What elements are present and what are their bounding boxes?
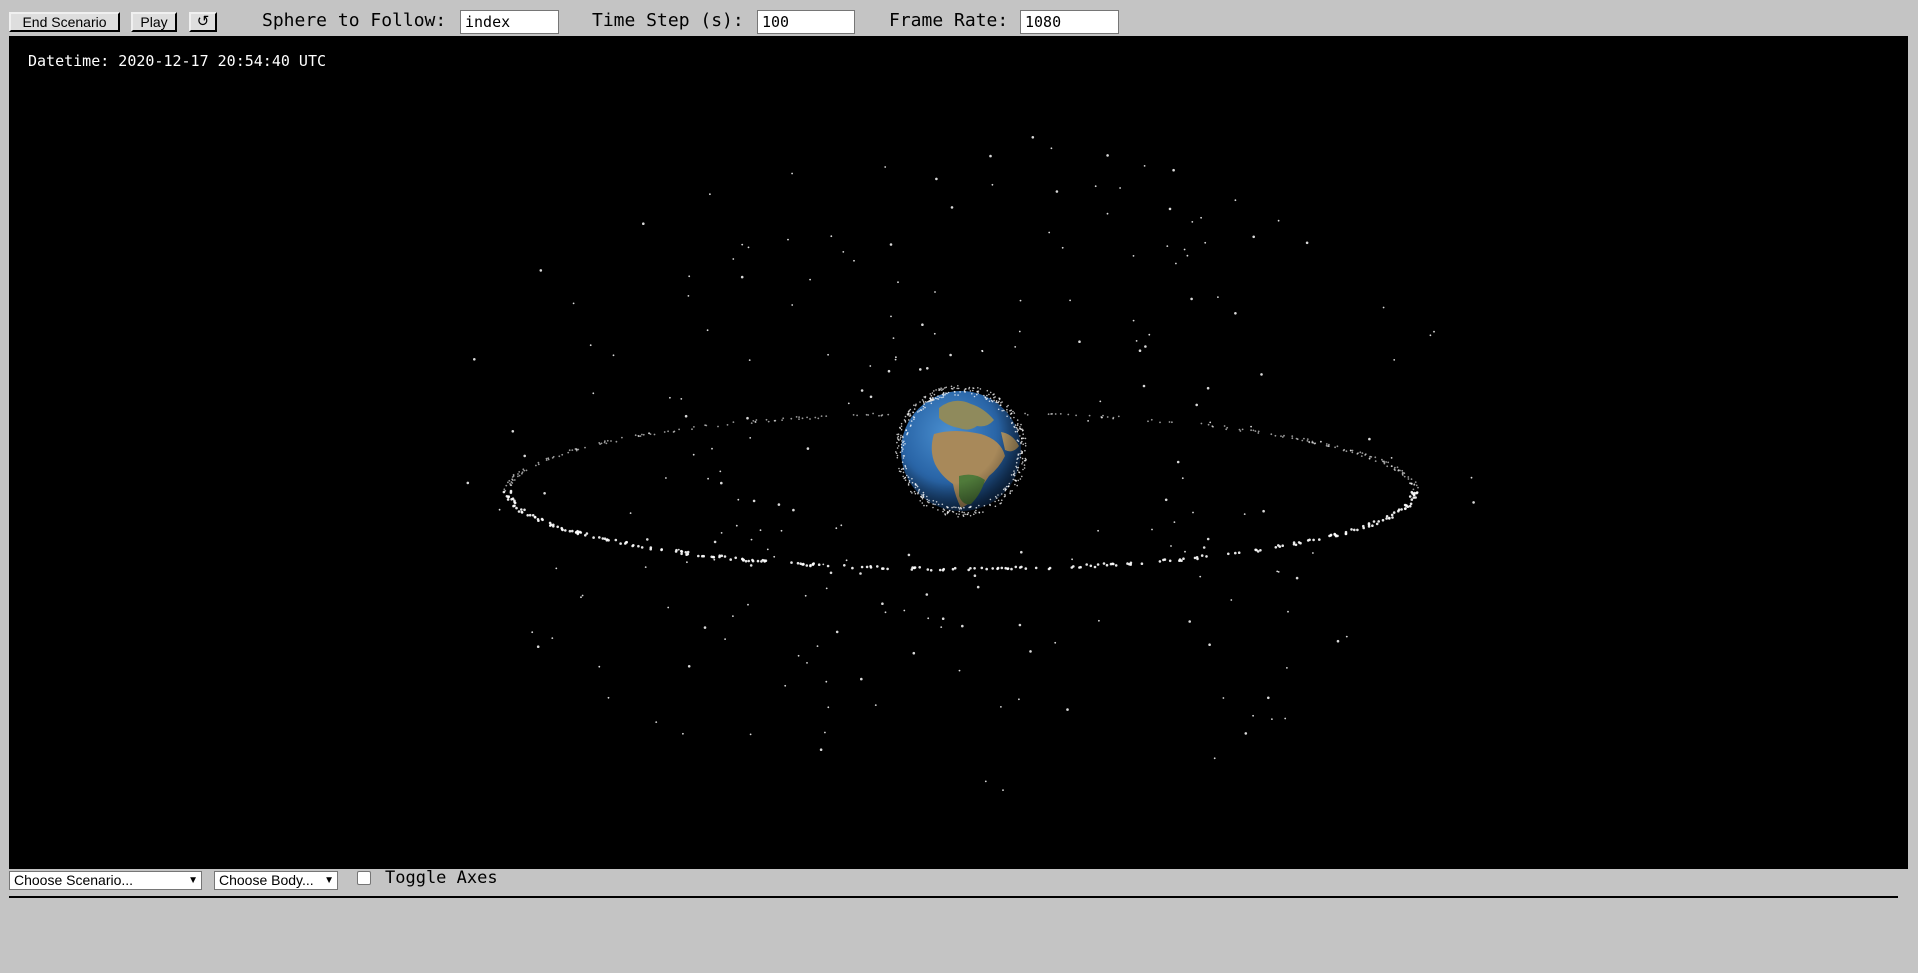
- sphere-to-follow-label: Sphere to Follow:: [262, 10, 447, 31]
- sphere-to-follow-input[interactable]: [460, 10, 559, 34]
- time-step-input[interactable]: [757, 10, 855, 34]
- toggle-axes-checkbox[interactable]: [357, 871, 371, 885]
- frame-rate-input[interactable]: [1020, 10, 1119, 34]
- orbit-viewport[interactable]: Datetime: 2020-12-17 20:54:40 UTC: [9, 36, 1908, 869]
- top-toolbar: End Scenario Play ↺ Sphere to Follow: Ti…: [0, 0, 1918, 36]
- earth-icon: [901, 391, 1021, 511]
- time-step-label: Time Step (s):: [592, 10, 744, 31]
- frame-rate-label: Frame Rate:: [889, 10, 1009, 31]
- chevron-down-icon: ▼: [188, 875, 198, 886]
- datetime-readout: Datetime: 2020-12-17 20:54:40 UTC: [28, 52, 327, 70]
- body-select-value: Choose Body...: [219, 872, 314, 888]
- chevron-down-icon: ▼: [324, 875, 334, 886]
- scenario-select-value: Choose Scenario...: [14, 872, 134, 888]
- scenario-select[interactable]: Choose Scenario... ▼: [9, 871, 202, 890]
- reset-icon: ↺: [196, 13, 210, 30]
- divider: [9, 896, 1898, 898]
- end-scenario-button[interactable]: End Scenario: [9, 12, 120, 32]
- toggle-axes-label: Toggle Axes: [385, 868, 498, 888]
- satellite-field: [466, 136, 1475, 791]
- play-button[interactable]: Play: [131, 12, 177, 32]
- reset-view-button[interactable]: ↺: [189, 12, 217, 32]
- body-select[interactable]: Choose Body... ▼: [214, 871, 338, 890]
